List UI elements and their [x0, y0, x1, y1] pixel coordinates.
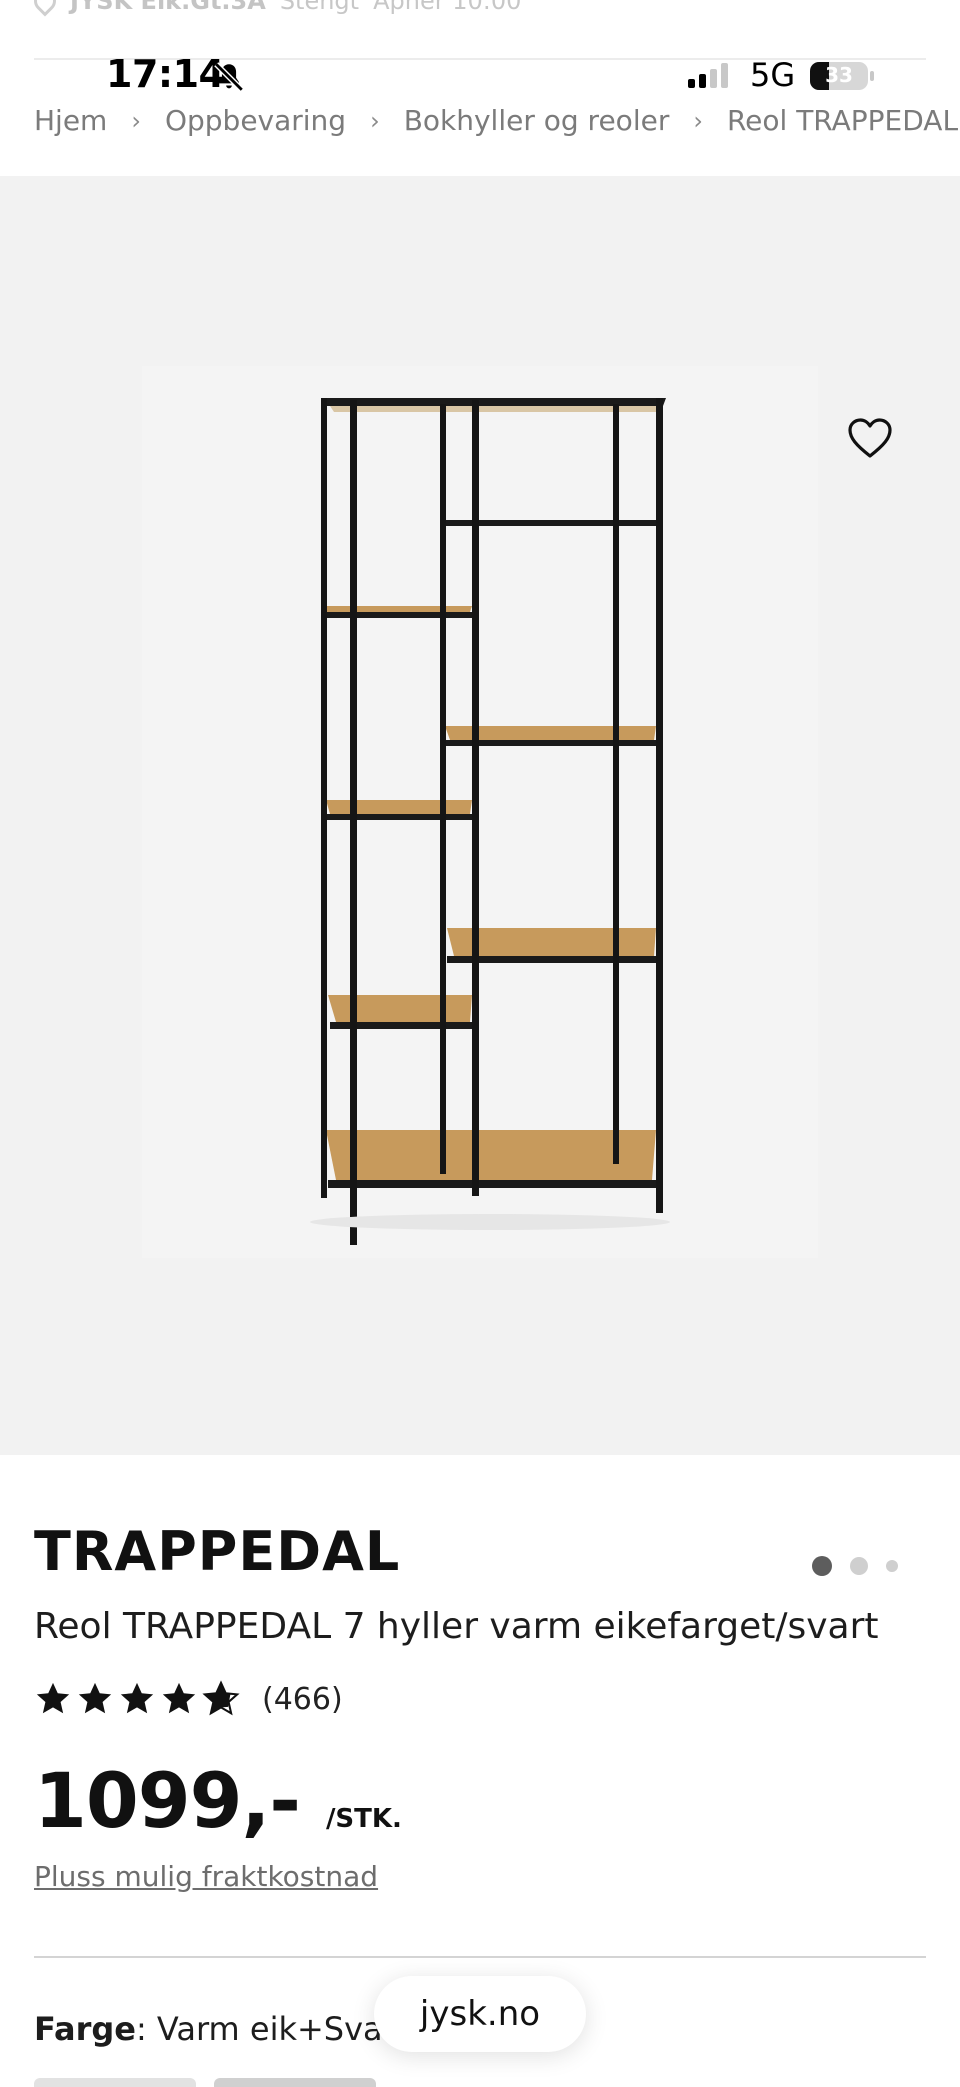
color-separator: :: [135, 2010, 157, 2048]
store-open-time: Åpner 10:00: [373, 0, 522, 15]
breadcrumb-item-storage[interactable]: Oppbevaring: [165, 104, 346, 137]
muted-bell-icon: [214, 62, 244, 92]
product-image-bookshelf: [310, 398, 670, 1245]
location-pin-icon: [29, 0, 61, 17]
status-time: 17:14: [106, 52, 225, 96]
breadcrumb-item-current[interactable]: Reol TRAPPEDAL: [727, 104, 958, 137]
gallery-dot-active[interactable]: [812, 1556, 832, 1576]
color-variant-thumbnail[interactable]: [214, 2078, 376, 2087]
section-divider: [34, 1956, 926, 1958]
review-count[interactable]: (466): [262, 1682, 343, 1717]
browser-url-pill[interactable]: jysk.no: [374, 1976, 586, 2052]
network-type: 5G: [750, 56, 796, 94]
product-rating[interactable]: (466): [34, 1680, 343, 1718]
breadcrumb-item-bookshelves[interactable]: Bokhyller og reoler: [404, 104, 670, 137]
rating-stars: [34, 1680, 240, 1718]
store-name: JYSK Eik.Gt.3A: [70, 0, 266, 15]
chevron-right-icon: ›: [693, 106, 703, 135]
product-brand: TRAPPEDAL: [34, 1520, 401, 1583]
chevron-right-icon: ›: [131, 106, 141, 135]
price-unit: /STK.: [325, 1804, 402, 1834]
star-filled-icon: [162, 1682, 196, 1714]
star-half-icon: [202, 1680, 240, 1716]
store-status: Stengt: [279, 0, 360, 15]
color-label: Farge: [34, 2010, 136, 2048]
battery-icon: 33: [810, 62, 868, 90]
heart-icon[interactable]: [846, 416, 894, 460]
status-bar: 17:14 5G 33: [0, 52, 960, 102]
color-selector-label: Farge: Varm eik+Svart: [34, 2010, 408, 2048]
store-location-bar[interactable]: JYSK Eik.Gt.3A Stengt Åpner 10:00: [29, 0, 522, 18]
cellular-signal-icon: [688, 62, 728, 88]
breadcrumb-item-home[interactable]: Hjem: [34, 104, 107, 137]
chevron-right-icon: ›: [370, 106, 380, 135]
price-amount: 1099,-: [34, 1756, 301, 1845]
gallery-dot[interactable]: [850, 1557, 868, 1575]
product-price: 1099,- /STK.: [34, 1756, 402, 1845]
breadcrumb: Hjem › Oppbevaring › Bokhyller og reoler…: [34, 104, 958, 137]
star-filled-icon: [78, 1682, 112, 1714]
product-name: Reol TRAPPEDAL 7 hyller varm eikefarget/…: [34, 1606, 879, 1647]
battery-tip: [870, 71, 874, 81]
shipping-cost-link[interactable]: Pluss mulig fraktkostnad: [34, 1860, 378, 1893]
gallery-dot[interactable]: [886, 1560, 898, 1572]
product-image-gallery[interactable]: [0, 176, 960, 1576]
color-value: Varm eik+Svart: [156, 2010, 409, 2048]
battery-level: 33: [825, 63, 853, 87]
star-filled-icon: [36, 1682, 70, 1714]
color-variant-thumbnail[interactable]: [34, 2078, 196, 2087]
gallery-pagination: [812, 1556, 898, 1576]
star-filled-icon: [120, 1682, 154, 1714]
color-variant-thumbnails: [34, 2078, 376, 2087]
